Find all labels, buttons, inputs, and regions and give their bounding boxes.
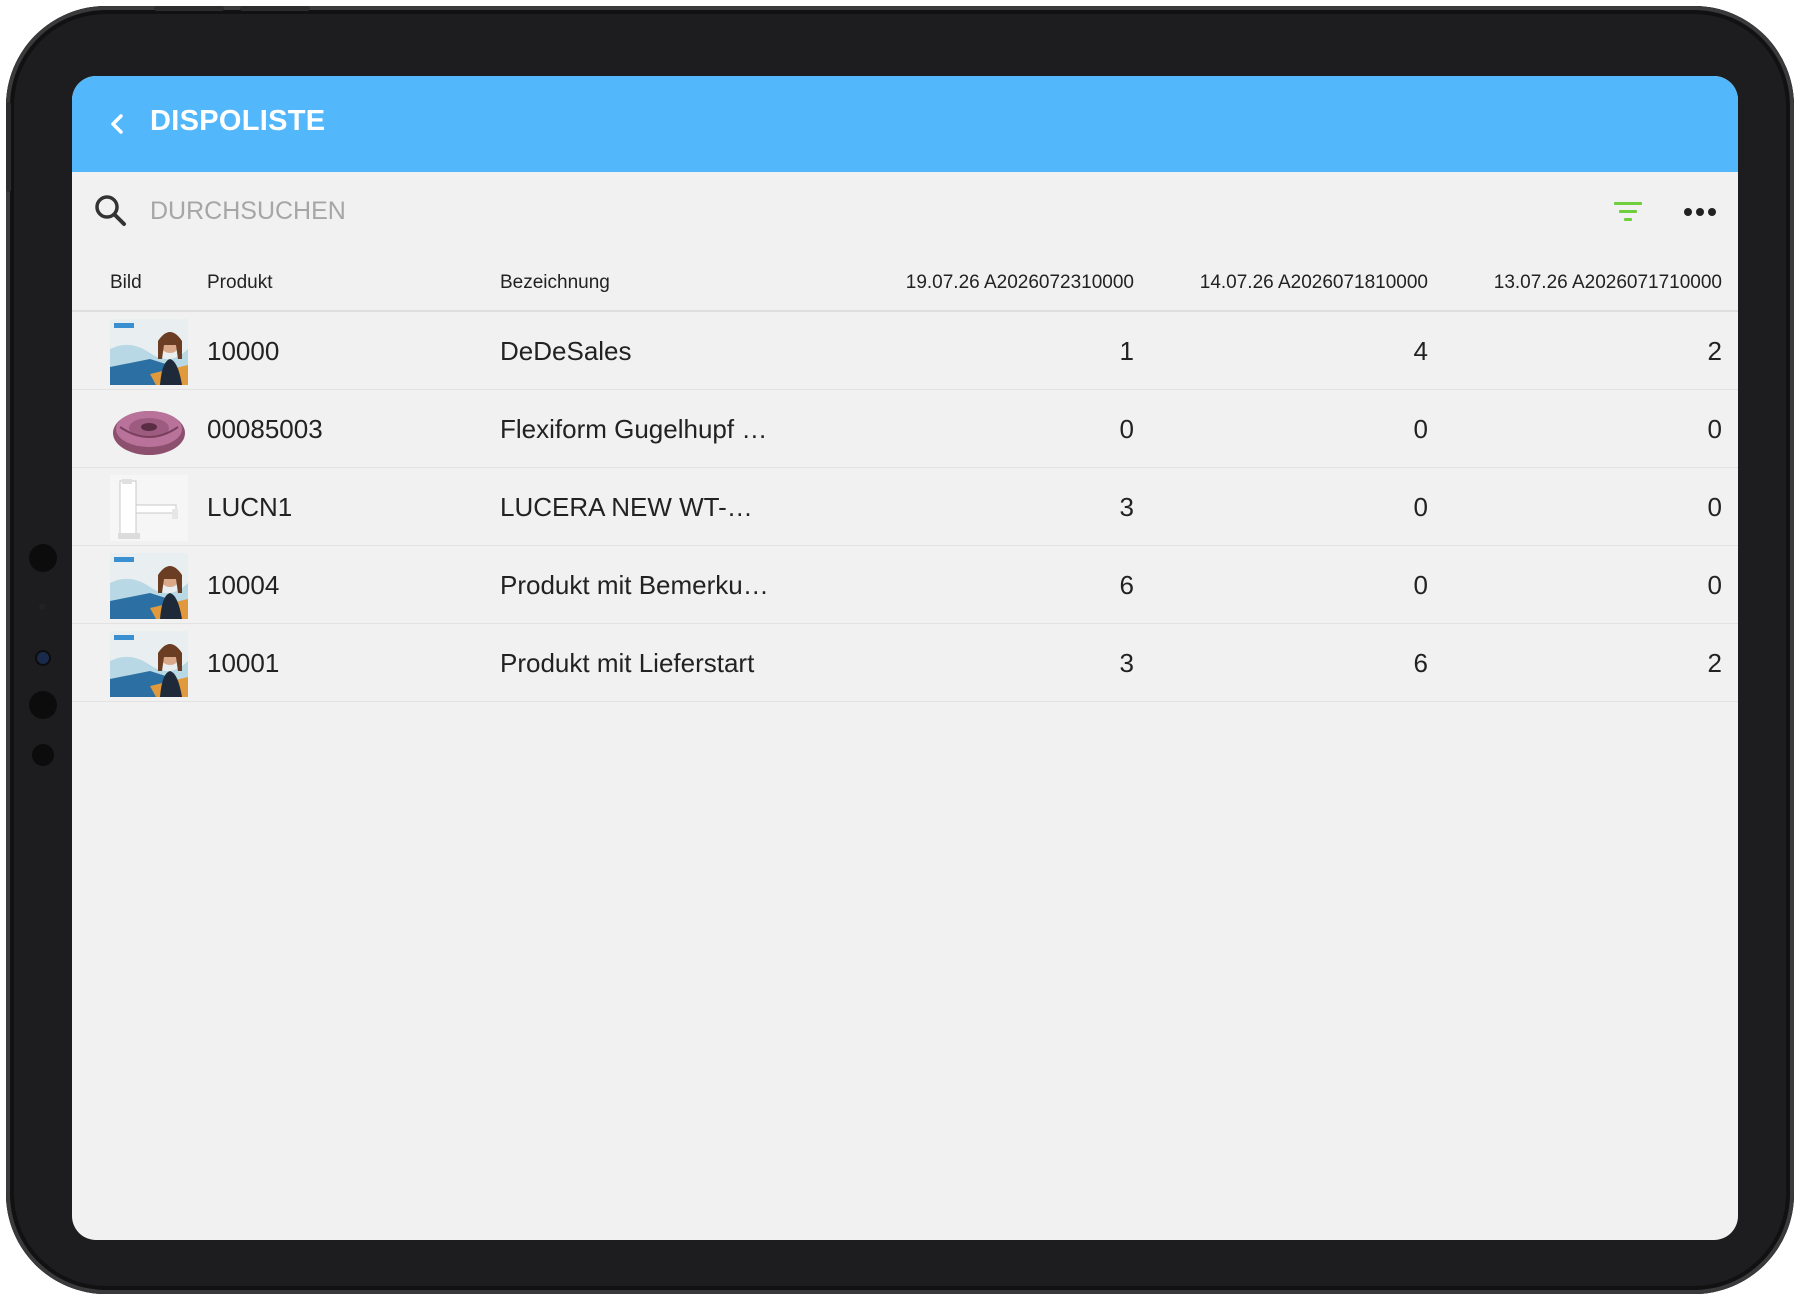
product-number: 10004 bbox=[207, 570, 280, 600]
quantity-date-1: 0 bbox=[1119, 414, 1134, 444]
quantity-date-1: 6 bbox=[1119, 570, 1134, 600]
ambient-sensor bbox=[39, 604, 45, 610]
product-image bbox=[110, 397, 188, 463]
bundt-cake-mold-photo-icon bbox=[110, 397, 188, 463]
header-date-3[interactable]: 13.07.26 A2026071710000 bbox=[1462, 272, 1722, 294]
top-button bbox=[154, 6, 224, 11]
table-row[interactable]: 10001 Produkt mit Lieferstart 3 6 2 bbox=[72, 624, 1738, 702]
filter-button[interactable] bbox=[1608, 192, 1648, 232]
product-description: DeDeSales bbox=[500, 336, 632, 366]
product-description: Flexiform Gugelhupf 22c… bbox=[500, 414, 770, 444]
quantity-date-1: 3 bbox=[1119, 648, 1134, 678]
product-image bbox=[110, 319, 188, 385]
product-description: Produkt mit Lieferstart bbox=[500, 648, 755, 678]
quantity-date-2: 4 bbox=[1413, 336, 1428, 366]
product-image bbox=[110, 631, 188, 697]
face-id-sensor bbox=[29, 691, 57, 719]
quantity-date-3: 2 bbox=[1707, 336, 1722, 366]
proximity-sensor bbox=[32, 744, 54, 766]
quantity-date-2: 6 bbox=[1413, 648, 1428, 678]
quantity-date-3: 2 bbox=[1707, 648, 1722, 678]
camera-sensor bbox=[29, 544, 57, 572]
page-title: DISPOLISTE bbox=[150, 105, 326, 137]
quantity-date-2: 0 bbox=[1413, 492, 1428, 522]
header-product[interactable]: Produkt bbox=[207, 272, 272, 294]
product-image bbox=[110, 475, 188, 541]
top-button-2 bbox=[240, 6, 310, 11]
quantity-date-1: 3 bbox=[1119, 492, 1134, 522]
more-horizontal-icon bbox=[1684, 208, 1716, 216]
quantity-date-2: 0 bbox=[1413, 414, 1428, 444]
table-header: Bild Produkt Bezeichnung 19.07.26 A20260… bbox=[72, 252, 1738, 312]
product-description: LUCERA NEW WT-EHM c… bbox=[500, 492, 770, 522]
quantity-date-2: 0 bbox=[1413, 570, 1428, 600]
more-options-button[interactable] bbox=[1676, 192, 1724, 232]
table-row[interactable]: 00085003 Flexiform Gugelhupf 22c… 0 0 0 bbox=[72, 390, 1738, 468]
quantity-date-3: 0 bbox=[1707, 414, 1722, 444]
dedesales-photo-icon bbox=[110, 319, 188, 385]
dedesales-photo-icon bbox=[110, 631, 188, 697]
front-camera bbox=[37, 652, 49, 664]
product-number: 10001 bbox=[207, 648, 280, 678]
table-row[interactable]: 10000 DeDeSales 1 4 2 bbox=[72, 312, 1738, 390]
filter-icon bbox=[1614, 202, 1642, 221]
product-description: Produkt mit Bemerkung bbox=[500, 570, 770, 600]
product-image bbox=[110, 553, 188, 619]
header-date-1[interactable]: 19.07.26 A2026072310000 bbox=[874, 272, 1134, 294]
tablet-frame: DISPOLISTE DURCHSUCHEN Bild Produkt Beze… bbox=[6, 6, 1794, 1294]
search-icon bbox=[95, 195, 126, 226]
quantity-date-1: 1 bbox=[1119, 336, 1134, 366]
product-number: 00085003 bbox=[207, 414, 323, 444]
chevron-left-icon bbox=[111, 114, 123, 134]
faucet-photo-icon bbox=[110, 475, 188, 541]
product-number: LUCN1 bbox=[207, 492, 293, 522]
header-image[interactable]: Bild bbox=[110, 272, 142, 294]
header-description[interactable]: Bezeichnung bbox=[500, 272, 770, 294]
search-bar bbox=[72, 172, 1738, 252]
quantity-date-3: 0 bbox=[1707, 492, 1722, 522]
back-button[interactable] bbox=[98, 104, 138, 144]
product-number: 10000 bbox=[207, 336, 280, 366]
quantity-date-3: 0 bbox=[1707, 570, 1722, 600]
table-row[interactable]: LUCN1 LUCERA NEW WT-EHM c… 3 0 0 bbox=[72, 468, 1738, 546]
header-date-2[interactable]: 14.07.26 A2026071810000 bbox=[1168, 272, 1428, 294]
table-row[interactable]: 10004 Produkt mit Bemerkung 6 0 0 bbox=[72, 546, 1738, 624]
search-input[interactable] bbox=[150, 192, 1250, 230]
app-bar: DISPOLISTE bbox=[72, 76, 1738, 172]
dispo-table: Bild Produkt Bezeichnung 19.07.26 A20260… bbox=[72, 252, 1738, 702]
app-screen: DISPOLISTE DURCHSUCHEN Bild Produkt Beze… bbox=[72, 76, 1738, 1240]
dedesales-photo-icon bbox=[110, 553, 188, 619]
side-button bbox=[6, 102, 11, 192]
